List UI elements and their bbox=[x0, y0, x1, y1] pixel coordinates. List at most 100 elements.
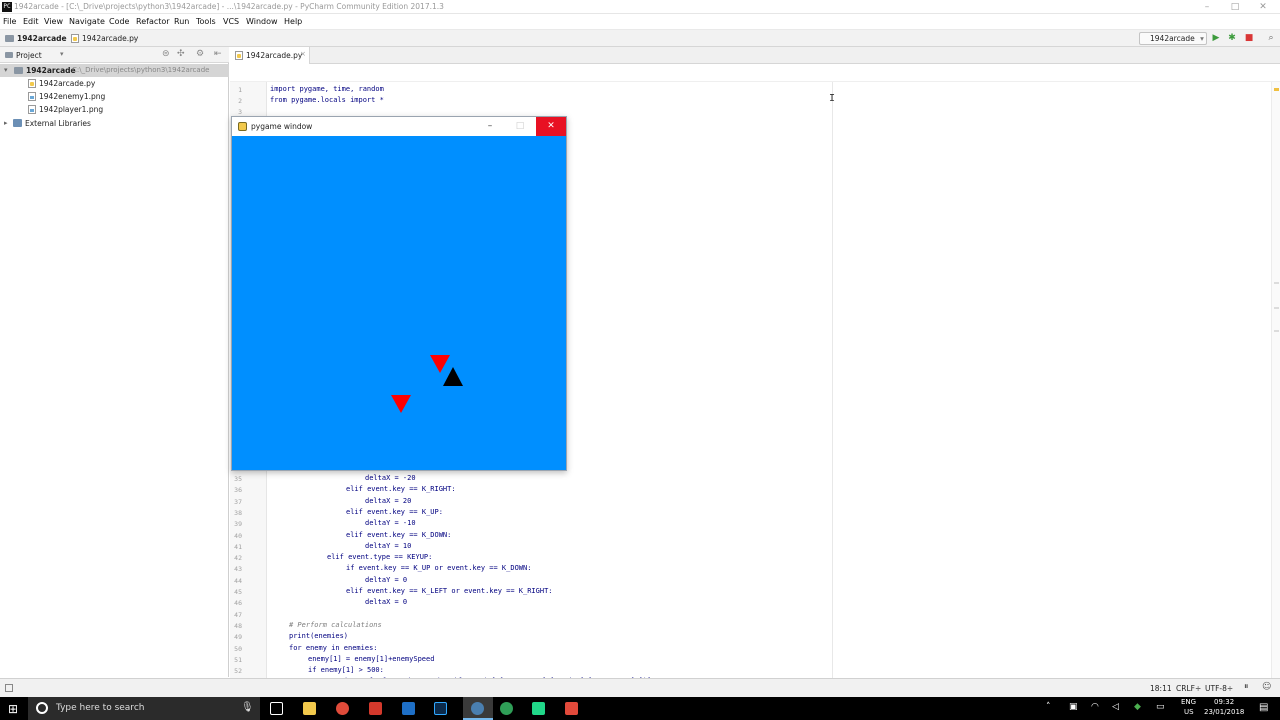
tree-item-file[interactable]: 1942arcade.py bbox=[0, 77, 229, 90]
line-number: 50 bbox=[234, 644, 242, 653]
search-icon[interactable]: ⌕ bbox=[1265, 32, 1277, 44]
search-placeholder: Type here to search bbox=[56, 703, 145, 713]
tree-item-file[interactable]: 1942enemy1.png bbox=[0, 90, 229, 103]
minimize-button[interactable]: – bbox=[475, 117, 505, 136]
breadcrumb-file[interactable]: 1942arcade.py bbox=[82, 34, 138, 43]
pygame-titlebar[interactable]: pygame window – □ ✕ bbox=[232, 117, 566, 136]
close-button[interactable]: ✕ bbox=[536, 117, 566, 136]
warning-marker[interactable] bbox=[1274, 88, 1279, 91]
line-number: 44 bbox=[234, 576, 242, 585]
folder-icon bbox=[5, 35, 14, 42]
minimize-button[interactable]: – bbox=[1200, 1, 1214, 13]
editor-breadcrumb-bar bbox=[230, 64, 1280, 82]
scroll-from-source-icon[interactable]: ✣ bbox=[177, 49, 185, 59]
tool-windows-icon[interactable] bbox=[5, 684, 13, 692]
maximize-button[interactable]: □ bbox=[1228, 1, 1242, 13]
status-bar: 18:11 CRLF÷ UTF-8÷ ⏸ ☺ bbox=[0, 678, 1280, 697]
language-indicator[interactable]: ENG bbox=[1181, 698, 1196, 706]
line-number: 48 bbox=[234, 621, 242, 630]
menu-run[interactable]: Run bbox=[174, 17, 189, 26]
scroll-marker bbox=[1274, 282, 1279, 284]
tree-item-root[interactable]: ▾ 1942arcade C:\_Drive\projects\python3\… bbox=[0, 64, 229, 77]
pygame-window[interactable]: pygame window – □ ✕ bbox=[231, 116, 567, 471]
menu-edit[interactable]: Edit bbox=[23, 17, 39, 26]
lock-icon[interactable]: ⏸ bbox=[1244, 682, 1249, 692]
chrome-icon[interactable] bbox=[336, 702, 349, 715]
battery-icon[interactable]: ▭ bbox=[1156, 702, 1165, 712]
collapse-icon[interactable]: ⊜ bbox=[162, 49, 170, 59]
run-config-dropdown[interactable]: 1942arcade ▾ bbox=[1139, 32, 1207, 45]
breadcrumb-project[interactable]: 1942arcade bbox=[17, 34, 67, 43]
menu-file[interactable]: File bbox=[3, 17, 16, 26]
chevron-up-icon[interactable]: ˄ bbox=[1046, 702, 1051, 712]
debug-icon[interactable]: ✱ bbox=[1226, 32, 1238, 44]
task-view-icon[interactable] bbox=[270, 702, 283, 715]
microphone-icon[interactable]: 🎙 bbox=[241, 702, 254, 713]
tree-item-external-libraries[interactable]: ▸ External Libraries bbox=[0, 117, 229, 130]
editor-scrollbar[interactable] bbox=[1271, 82, 1280, 678]
game-canvas[interactable] bbox=[232, 136, 566, 470]
python-file-icon bbox=[28, 79, 36, 88]
right-margin-guide bbox=[832, 82, 833, 678]
line-separator[interactable]: CRLF÷ bbox=[1176, 684, 1201, 693]
menu-tools[interactable]: Tools bbox=[196, 17, 216, 26]
project-panel bbox=[0, 47, 229, 677]
clock-date[interactable]: 23/01/2018 bbox=[1204, 708, 1244, 716]
tree-item-file[interactable]: 1942player1.png bbox=[0, 103, 229, 116]
taskbar-search-box[interactable]: Type here to search 🎙 bbox=[28, 697, 260, 720]
tab-close-icon[interactable]: × bbox=[300, 50, 306, 58]
menu-refactor[interactable]: Refactor bbox=[136, 17, 170, 26]
photoshop-icon[interactable] bbox=[434, 702, 447, 715]
line-number: 49 bbox=[234, 633, 242, 642]
menu-code[interactable]: Code bbox=[109, 17, 129, 26]
window-title: 1942arcade - [C:\_Drive\projects\python3… bbox=[14, 2, 444, 11]
run-config-label: 1942arcade bbox=[1150, 34, 1195, 43]
tray-icon[interactable]: ◆ bbox=[1134, 702, 1141, 712]
hide-panel-icon[interactable]: ⇤ bbox=[214, 49, 222, 59]
outlook-icon[interactable] bbox=[402, 702, 415, 715]
line-number: 37 bbox=[234, 497, 242, 506]
window-titlebar: PC 1942arcade - [C:\_Drive\projects\pyth… bbox=[0, 0, 1280, 14]
maximize-button[interactable]: □ bbox=[505, 117, 535, 136]
event-log-icon[interactable]: ☺ bbox=[1262, 682, 1271, 692]
close-button[interactable]: ✕ bbox=[1256, 1, 1270, 13]
text-cursor-icon: I bbox=[829, 93, 836, 104]
code-line: deltaY = 10 bbox=[365, 541, 412, 550]
acrobat-icon[interactable] bbox=[369, 702, 382, 715]
chrome-icon[interactable] bbox=[500, 702, 513, 715]
network-drive-icon[interactable]: ▣ bbox=[1069, 702, 1078, 712]
breadcrumb-separator-icon: › bbox=[133, 34, 136, 43]
line-number: 35 bbox=[234, 475, 242, 483]
line-number: 43 bbox=[234, 565, 242, 574]
pycharm-icon[interactable] bbox=[532, 702, 545, 715]
app-icon[interactable] bbox=[565, 702, 578, 715]
menu-vcs[interactable]: VCS bbox=[223, 17, 239, 26]
menu-navigate[interactable]: Navigate bbox=[69, 17, 105, 26]
menu-help[interactable]: Help bbox=[284, 17, 302, 26]
stop-icon[interactable]: ■ bbox=[1243, 32, 1255, 44]
tree-external-label: External Libraries bbox=[25, 119, 91, 128]
notification-icon[interactable]: ▤ bbox=[1259, 702, 1268, 713]
region-indicator[interactable]: US bbox=[1184, 708, 1194, 716]
file-explorer-icon[interactable] bbox=[303, 702, 316, 715]
tree-expand-icon[interactable]: ▸ bbox=[4, 119, 8, 127]
line-number: 52 bbox=[234, 667, 242, 676]
chevron-down-icon[interactable]: ▾ bbox=[60, 50, 64, 58]
volume-icon[interactable]: ◁ bbox=[1112, 702, 1119, 712]
tab-1942arcade-py[interactable]: 1942arcade.py × bbox=[230, 47, 310, 64]
run-icon[interactable]: ▶ bbox=[1210, 32, 1222, 44]
gear-icon[interactable]: ⚙ bbox=[196, 49, 204, 59]
caret-position[interactable]: 18:11 bbox=[1150, 684, 1172, 693]
enemy-plane-icon bbox=[430, 355, 450, 373]
menu-view[interactable]: View bbox=[44, 17, 63, 26]
clock-time[interactable]: 09:32 bbox=[1214, 698, 1234, 706]
taskbar-item-active[interactable] bbox=[463, 697, 493, 720]
code-line: # Perform calculations bbox=[289, 620, 382, 629]
game-surface bbox=[391, 355, 463, 413]
project-header-label[interactable]: Project bbox=[16, 51, 42, 60]
menu-window[interactable]: Window bbox=[246, 17, 278, 26]
wifi-icon[interactable]: ◠ bbox=[1091, 702, 1099, 712]
tree-expand-icon[interactable]: ▾ bbox=[4, 66, 8, 74]
windows-start-icon[interactable]: ⊞ bbox=[8, 702, 18, 716]
file-encoding[interactable]: UTF-8÷ bbox=[1205, 684, 1233, 693]
